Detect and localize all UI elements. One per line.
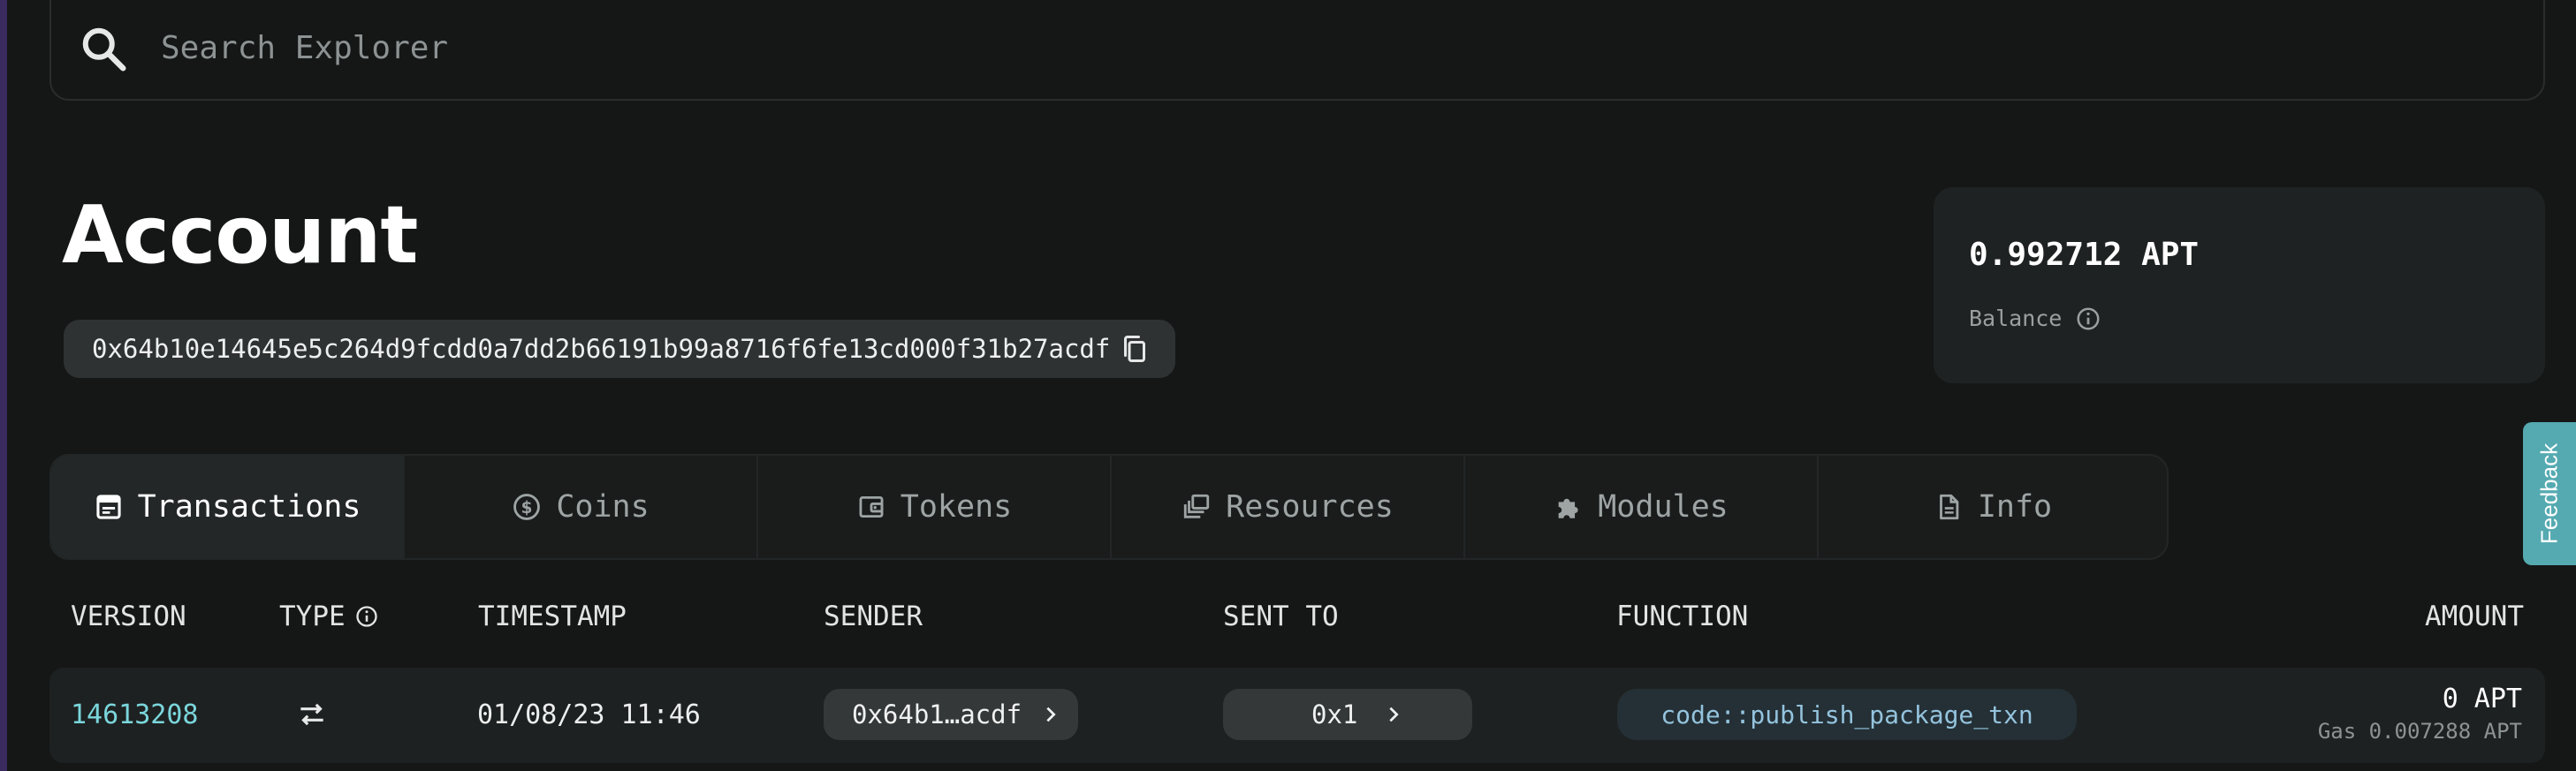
feedback-label: Feedback [2535, 442, 2563, 545]
document-icon [1939, 494, 1959, 520]
tab-label: Modules [1598, 489, 1729, 525]
balance-amount: 0.992712 APT [1969, 237, 2200, 273]
balance-label: Balance [1969, 306, 2063, 331]
account-address: 0x64b10e14645e5c264d9fcdd0a7dd2b66191b99… [92, 334, 1111, 364]
sender-chip[interactable]: 0x64b1…acdf [824, 689, 1078, 740]
copy-icon[interactable] [1119, 332, 1151, 366]
version-link[interactable]: 14613208 [71, 699, 199, 730]
timestamp: 01/08/23 11:46 [477, 699, 701, 730]
chevron-right-icon [1046, 707, 1056, 722]
coin-icon: $ [513, 494, 541, 520]
window-edge [0, 0, 7, 771]
svg-text:$: $ [521, 499, 533, 518]
sender-address: 0x64b1…acdf [852, 699, 1022, 729]
table-row[interactable]: 14613208 01/08/23 11:46 0x64b1…acdf 0x1 … [49, 668, 2545, 763]
header-sent-to: SENT TO [1223, 601, 1339, 632]
transactions-icon [95, 495, 121, 519]
header-type: TYPE [279, 601, 379, 632]
puzzle-icon [1558, 498, 1578, 518]
tab-label: Info [1977, 489, 2053, 525]
header-type-label: TYPE [279, 601, 346, 632]
tab-tokens[interactable]: Tokens [758, 456, 1112, 558]
header-timestamp: TIMESTAMP [478, 601, 627, 632]
search-bar[interactable]: Search Explorer [49, 0, 2545, 101]
tab-info[interactable]: Info [1819, 456, 2167, 558]
function-badge[interactable]: code::publish_package_txn [1617, 689, 2077, 740]
gas-fee: Gas 0.007288 APT [2317, 719, 2522, 744]
sent-to-chip[interactable]: 0x1 [1223, 689, 1472, 740]
account-tabs: Transactions $ Coins Tokens Resources Mo… [49, 454, 2169, 560]
tab-coins[interactable]: $ Coins [405, 456, 758, 558]
chevron-right-icon [1389, 707, 1400, 722]
amount-value: 0 APT [2442, 684, 2522, 714]
sent-to-address: 0x1 [1311, 699, 1358, 729]
tab-resources[interactable]: Resources [1112, 456, 1465, 558]
info-icon[interactable] [354, 604, 379, 629]
balance-card: 0.992712 APT Balance [1934, 187, 2545, 383]
search-input[interactable]: Search Explorer [161, 30, 448, 66]
tab-label: Transactions [137, 489, 361, 525]
header-sender: SENDER [824, 601, 923, 632]
search-icon [82, 27, 126, 72]
page-title: Account [62, 189, 418, 282]
transfer-arrows-icon [300, 703, 323, 726]
feedback-button[interactable]: Feedback [2523, 422, 2576, 565]
account-address-chip: 0x64b10e14645e5c264d9fcdd0a7dd2b66191b99… [64, 320, 1175, 378]
tab-label: Coins [556, 489, 650, 525]
tab-modules[interactable]: Modules [1465, 456, 1819, 558]
tab-label: Tokens [900, 489, 1013, 525]
resources-icon [1184, 494, 1210, 518]
tab-label: Resources [1226, 489, 1394, 525]
header-amount: AMOUNT [2425, 601, 2524, 632]
wallet-icon [859, 495, 884, 518]
tab-transactions[interactable]: Transactions [51, 456, 405, 558]
header-version: VERSION [71, 601, 186, 632]
header-function: FUNCTION [1616, 601, 1749, 632]
info-icon[interactable] [2075, 306, 2101, 332]
